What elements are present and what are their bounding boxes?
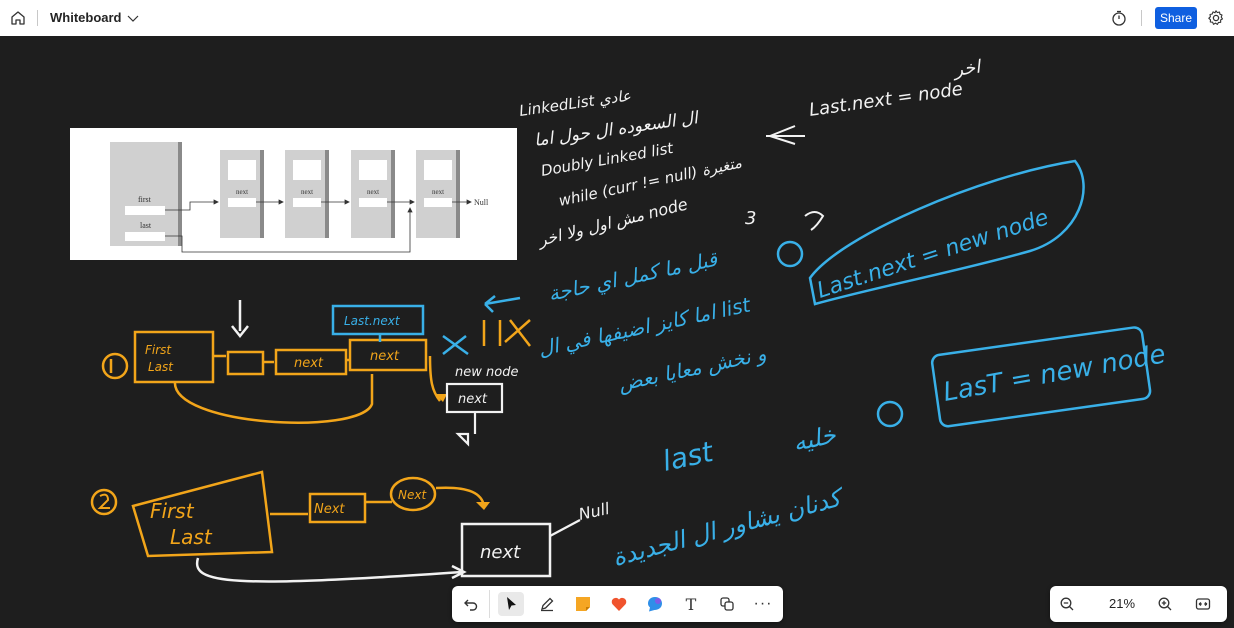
- note-linkedlist: LinkedList عادي: [518, 86, 632, 119]
- divider: [1141, 10, 1142, 26]
- d1-next1: next: [294, 356, 324, 371]
- zoom-in-button[interactable]: [1152, 592, 1178, 616]
- step2-circle: [876, 400, 904, 428]
- d1-first: First: [145, 343, 172, 357]
- step2-arabic-2: خليه: [790, 421, 838, 457]
- note-end: اخر: [951, 56, 984, 81]
- copy-icon: [720, 597, 734, 611]
- pen-icon: [541, 597, 554, 612]
- d1-newnode: new node: [455, 365, 518, 380]
- divider: [37, 10, 38, 26]
- gear-icon[interactable]: [1207, 9, 1225, 27]
- whiteboard-title[interactable]: Whiteboard: [50, 10, 122, 25]
- undo-button[interactable]: [458, 592, 484, 616]
- sticky-note-icon: [576, 597, 590, 611]
- zoom-out-button[interactable]: [1054, 592, 1080, 616]
- d1-lastnext: Last.next: [344, 314, 401, 328]
- copy-tool[interactable]: [714, 592, 740, 616]
- share-button[interactable]: Share: [1155, 7, 1197, 29]
- select-tool[interactable]: [498, 592, 524, 616]
- zoom-out-icon: [1060, 597, 1074, 611]
- d1-last: Last: [148, 360, 174, 374]
- step2-arabic-3: كدنان يشاور ال الجديدة: [609, 483, 848, 572]
- d2-null: Null: [577, 499, 612, 524]
- step1-arabic-1: قبل ما كمل اي حاجة: [546, 246, 721, 306]
- note-formula: Last.next = node: [808, 79, 964, 121]
- step2-last: last: [660, 435, 717, 478]
- sticky-note-tool[interactable]: [570, 592, 596, 616]
- top-bar: Whiteboard Share: [0, 0, 1234, 36]
- whiteboard-canvas[interactable]: first last next next next next Null Link…: [0, 36, 1234, 628]
- reaction-icon: [611, 597, 627, 611]
- fit-screen-icon: [1195, 598, 1211, 610]
- d2-next1: Next: [314, 502, 345, 517]
- d2-next2: Next: [398, 488, 427, 502]
- shape-icon: [648, 597, 662, 612]
- d2-first: First: [150, 499, 195, 523]
- d1-next2: next: [370, 349, 400, 364]
- undo-icon: [464, 599, 478, 611]
- shape-tool[interactable]: [642, 592, 668, 616]
- timer-icon[interactable]: [1110, 9, 1128, 27]
- text-tool[interactable]: T: [678, 592, 704, 616]
- more-tools-button[interactable]: ···: [750, 592, 776, 616]
- zoom-in-icon: [1158, 597, 1172, 611]
- d2-last: Last: [170, 525, 213, 549]
- d1-newnext: next: [458, 392, 488, 407]
- note-node: مش اول ولا اخر node: [534, 194, 689, 250]
- select-icon: [507, 597, 516, 610]
- text-icon: T: [685, 594, 697, 614]
- divider: [489, 590, 490, 618]
- zoom-toolbar: 21%: [1050, 586, 1227, 622]
- step1-circle: [776, 240, 804, 268]
- home-icon[interactable]: [9, 9, 27, 27]
- reaction-tool[interactable]: [606, 592, 632, 616]
- zoom-level: 21%: [1108, 596, 1136, 611]
- step1-arabic-3: و نخش معايا بعض: [616, 341, 768, 396]
- fit-to-screen-button[interactable]: [1190, 592, 1216, 616]
- ink-layer: LinkedList عادي ال السعوده ال حول اما Do…: [90, 56, 1168, 583]
- pen-tool[interactable]: [534, 592, 560, 616]
- tools-toolbar: T ···: [452, 586, 783, 622]
- more-icon: ···: [753, 595, 773, 612]
- d2-newnext: next: [480, 542, 521, 563]
- note-number-3: 3: [745, 208, 756, 229]
- chevron-down-icon[interactable]: [126, 12, 140, 24]
